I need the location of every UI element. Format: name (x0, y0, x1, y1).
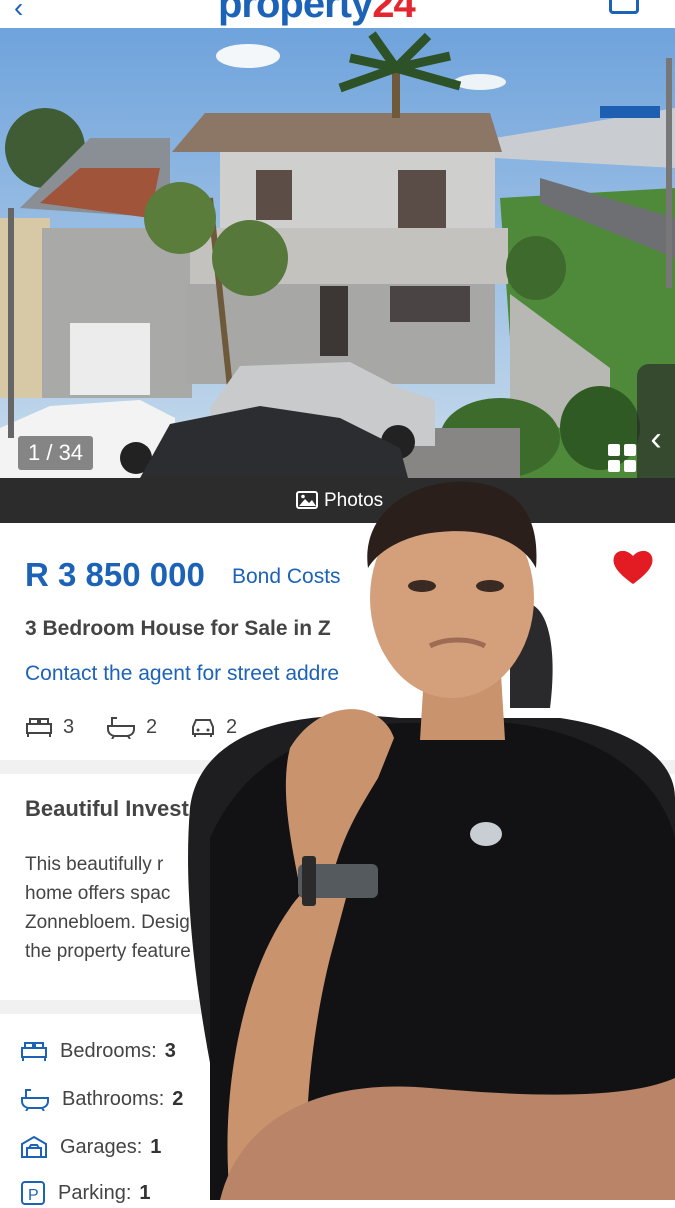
spec-parking: P Parking: 1 (20, 1178, 151, 1208)
description-heading: Beautiful Invest (25, 796, 189, 821)
feature-bathrooms: 2 (106, 712, 157, 742)
bedrooms-count: 3 (63, 715, 75, 738)
feature-bedrooms: 3 (25, 712, 74, 742)
chevron-left-icon[interactable]: ‹ (637, 364, 675, 478)
parking-icon: P (21, 1181, 45, 1205)
bed-icon (21, 1042, 47, 1061)
spec-garages: Garages: 1 (20, 1132, 161, 1162)
garage-icon (21, 1135, 47, 1158)
spec-value: 1 (139, 1181, 151, 1204)
spec-label: Parking: (58, 1181, 132, 1204)
photo-counter: 1 / 34 (18, 436, 94, 470)
back-arrow-icon[interactable]: ‹ (14, 0, 23, 24)
listing-price: R 3 850 000 (25, 556, 205, 593)
top-bar: ‹ property24 (0, 0, 675, 28)
listing-photo[interactable]: 1 / 34 ‹ (0, 28, 675, 478)
grid-view-icon[interactable] (606, 442, 638, 474)
spec-value: 3 (164, 1039, 176, 1062)
house-photo (0, 28, 675, 478)
menu-icon[interactable] (609, 0, 639, 14)
spec-bathrooms: Bathrooms: 2 (20, 1084, 183, 1114)
bath-icon (21, 1089, 49, 1111)
svg-text:P: P (28, 1187, 39, 1204)
spec-label: Garages: (60, 1135, 143, 1158)
spec-label: Bedrooms: (60, 1039, 157, 1062)
bathrooms-count: 2 (146, 715, 158, 738)
presenter-overlay (188, 481, 675, 1200)
spec-value: 1 (150, 1135, 162, 1158)
property24-logo[interactable]: property24 (218, 0, 416, 27)
bath-icon (107, 717, 135, 739)
spec-bedrooms: Bedrooms: 3 (20, 1036, 176, 1066)
spec-label: Bathrooms: (62, 1087, 165, 1110)
bed-icon (26, 718, 52, 737)
